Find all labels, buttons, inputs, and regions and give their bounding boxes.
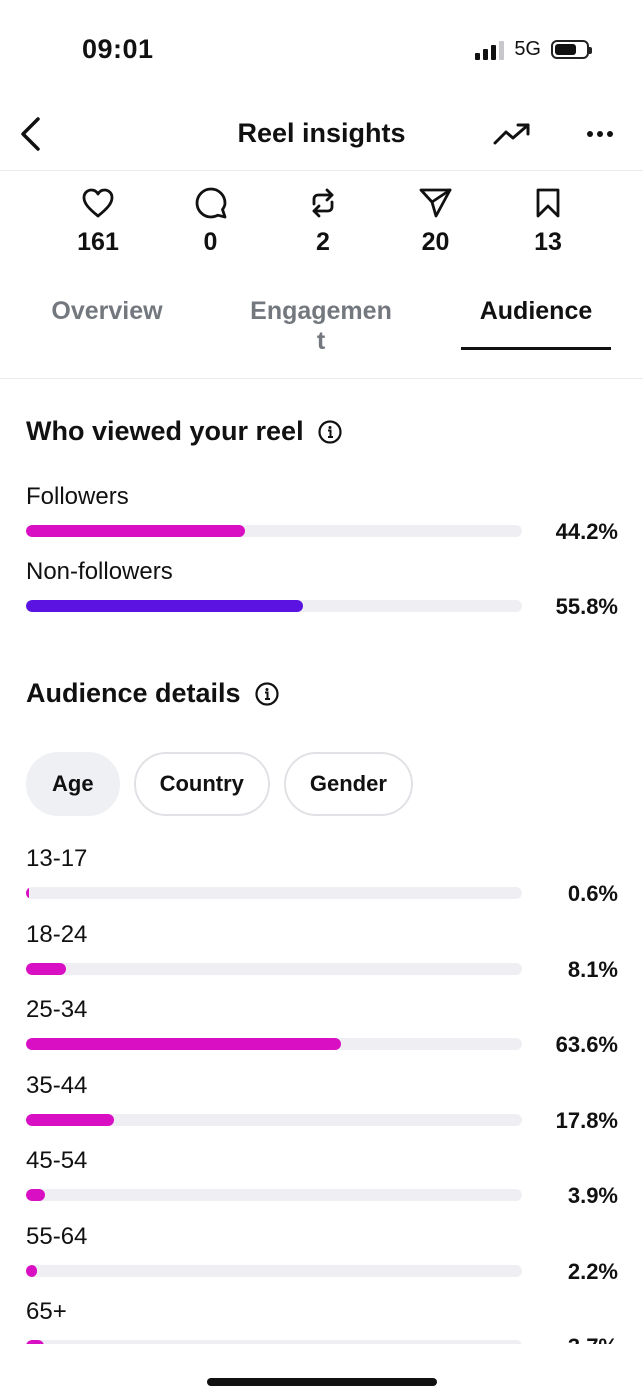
bar-fill — [26, 1264, 37, 1277]
bar-percentage: 63.6% — [555, 1032, 618, 1057]
likes-count: 161 — [77, 228, 119, 256]
bar-track — [26, 600, 522, 612]
shares-count: 20 — [421, 228, 450, 256]
bar-label: 13-17 — [26, 845, 88, 872]
bar-percentage: 0.6% — [567, 881, 618, 906]
header: Reel insights — [0, 100, 643, 171]
bar-row: Followers 44.2% — [26, 483, 618, 544]
bar-fill — [26, 1189, 46, 1201]
bar-row: 25-34 63.6% — [26, 996, 618, 1057]
battery-icon — [551, 40, 592, 59]
audience-details-heading: Audience details — [26, 678, 279, 709]
bar-row: 35-44 17.8% — [26, 1071, 618, 1133]
saves-count: 13 — [534, 228, 562, 256]
insights-tabs: Overview Engagemen t Audience — [0, 296, 643, 379]
trending-up-icon — [493, 123, 530, 145]
bar-fill — [26, 600, 303, 612]
status-indicators: 5G — [475, 38, 592, 61]
bottom-safe-area — [0, 1344, 643, 1399]
metric-saves: 13 — [492, 184, 604, 257]
tab-engagement-label-wrap: t — [316, 327, 326, 355]
chip-gender[interactable]: Gender — [283, 752, 413, 816]
active-tab-indicator — [461, 347, 611, 350]
bar-label: 25-34 — [26, 996, 88, 1023]
comment-icon — [195, 187, 226, 219]
info-icon[interactable] — [254, 681, 279, 706]
bar-percentage: 8.1% — [567, 956, 618, 982]
metric-shares: 20 — [380, 184, 492, 257]
more-options-button[interactable] — [578, 114, 622, 154]
bar-percentage: 55.8% — [555, 594, 618, 619]
bar-row: 45-54 3.9% — [26, 1147, 618, 1208]
bar-percentage: 17.8% — [555, 1107, 618, 1133]
bar-row: 18-24 8.1% — [26, 920, 618, 982]
bar-label: 18-24 — [26, 920, 88, 948]
tab-overview-label: Overview — [51, 297, 163, 325]
who-viewed-title: Who viewed your reel — [26, 416, 304, 446]
more-horizontal-icon — [587, 131, 613, 137]
bar-track — [26, 962, 522, 975]
bar-fill — [26, 1038, 342, 1050]
tab-engagement-label: Engagemen — [250, 297, 392, 325]
audience-details-title: Audience details — [26, 678, 241, 708]
tab-audience[interactable]: Audience — [461, 296, 611, 326]
bookmark-icon — [536, 188, 560, 218]
metric-likes: 161 — [42, 184, 154, 257]
cellular-signal-icon — [475, 40, 505, 60]
bar-label: 35-44 — [26, 1071, 88, 1099]
home-indicator — [207, 1378, 437, 1386]
bar-label: 65+ — [26, 1298, 67, 1325]
bar-track — [26, 1189, 522, 1201]
bar-fill — [26, 1113, 115, 1126]
chip-country[interactable]: Country — [133, 752, 270, 816]
metric-reposts: 2 — [267, 184, 379, 257]
metrics-row: 161 0 2 20 13 — [42, 184, 604, 257]
heart-icon — [82, 188, 114, 218]
tab-engagement[interactable]: Engagemen t — [246, 296, 396, 356]
comments-count: 0 — [203, 228, 218, 256]
share-icon — [419, 188, 451, 218]
bar-percentage: 3.9% — [567, 1183, 618, 1208]
bar-label: 45-54 — [26, 1147, 88, 1174]
page-title: Reel insights — [237, 118, 406, 148]
bar-track — [26, 1264, 522, 1277]
bar-label: Followers — [26, 483, 129, 510]
bar-track — [26, 525, 522, 537]
bar-fill — [26, 887, 29, 899]
audience-filter-chips: Age Country Gender — [26, 752, 413, 816]
network-type: 5G — [514, 38, 541, 60]
bar-track — [26, 887, 522, 899]
reposts-count: 2 — [316, 228, 330, 256]
bar-row: Non-followers 55.8% — [26, 558, 618, 619]
bar-percentage: 44.2% — [555, 519, 618, 544]
bar-track — [26, 1113, 522, 1126]
bar-track — [26, 1038, 522, 1050]
repost-icon — [312, 188, 334, 218]
bar-fill — [26, 525, 246, 537]
bar-row: 13-17 0.6% — [26, 845, 618, 906]
trends-button[interactable] — [490, 114, 534, 154]
chip-age[interactable]: Age — [26, 752, 120, 816]
status-time: 09:01 — [82, 34, 154, 64]
tab-audience-label: Audience — [479, 297, 593, 325]
bar-percentage: 2.2% — [567, 1258, 618, 1284]
metric-comments: 0 — [155, 184, 267, 257]
info-icon[interactable] — [317, 419, 342, 444]
bar-label: 55-64 — [26, 1222, 88, 1250]
tab-overview[interactable]: Overview — [46, 296, 168, 326]
bar-fill — [26, 962, 67, 975]
who-viewed-heading: Who viewed your reel — [26, 416, 342, 447]
bar-label: Non-followers — [26, 558, 173, 585]
bar-row: 55-64 2.2% — [26, 1222, 618, 1284]
